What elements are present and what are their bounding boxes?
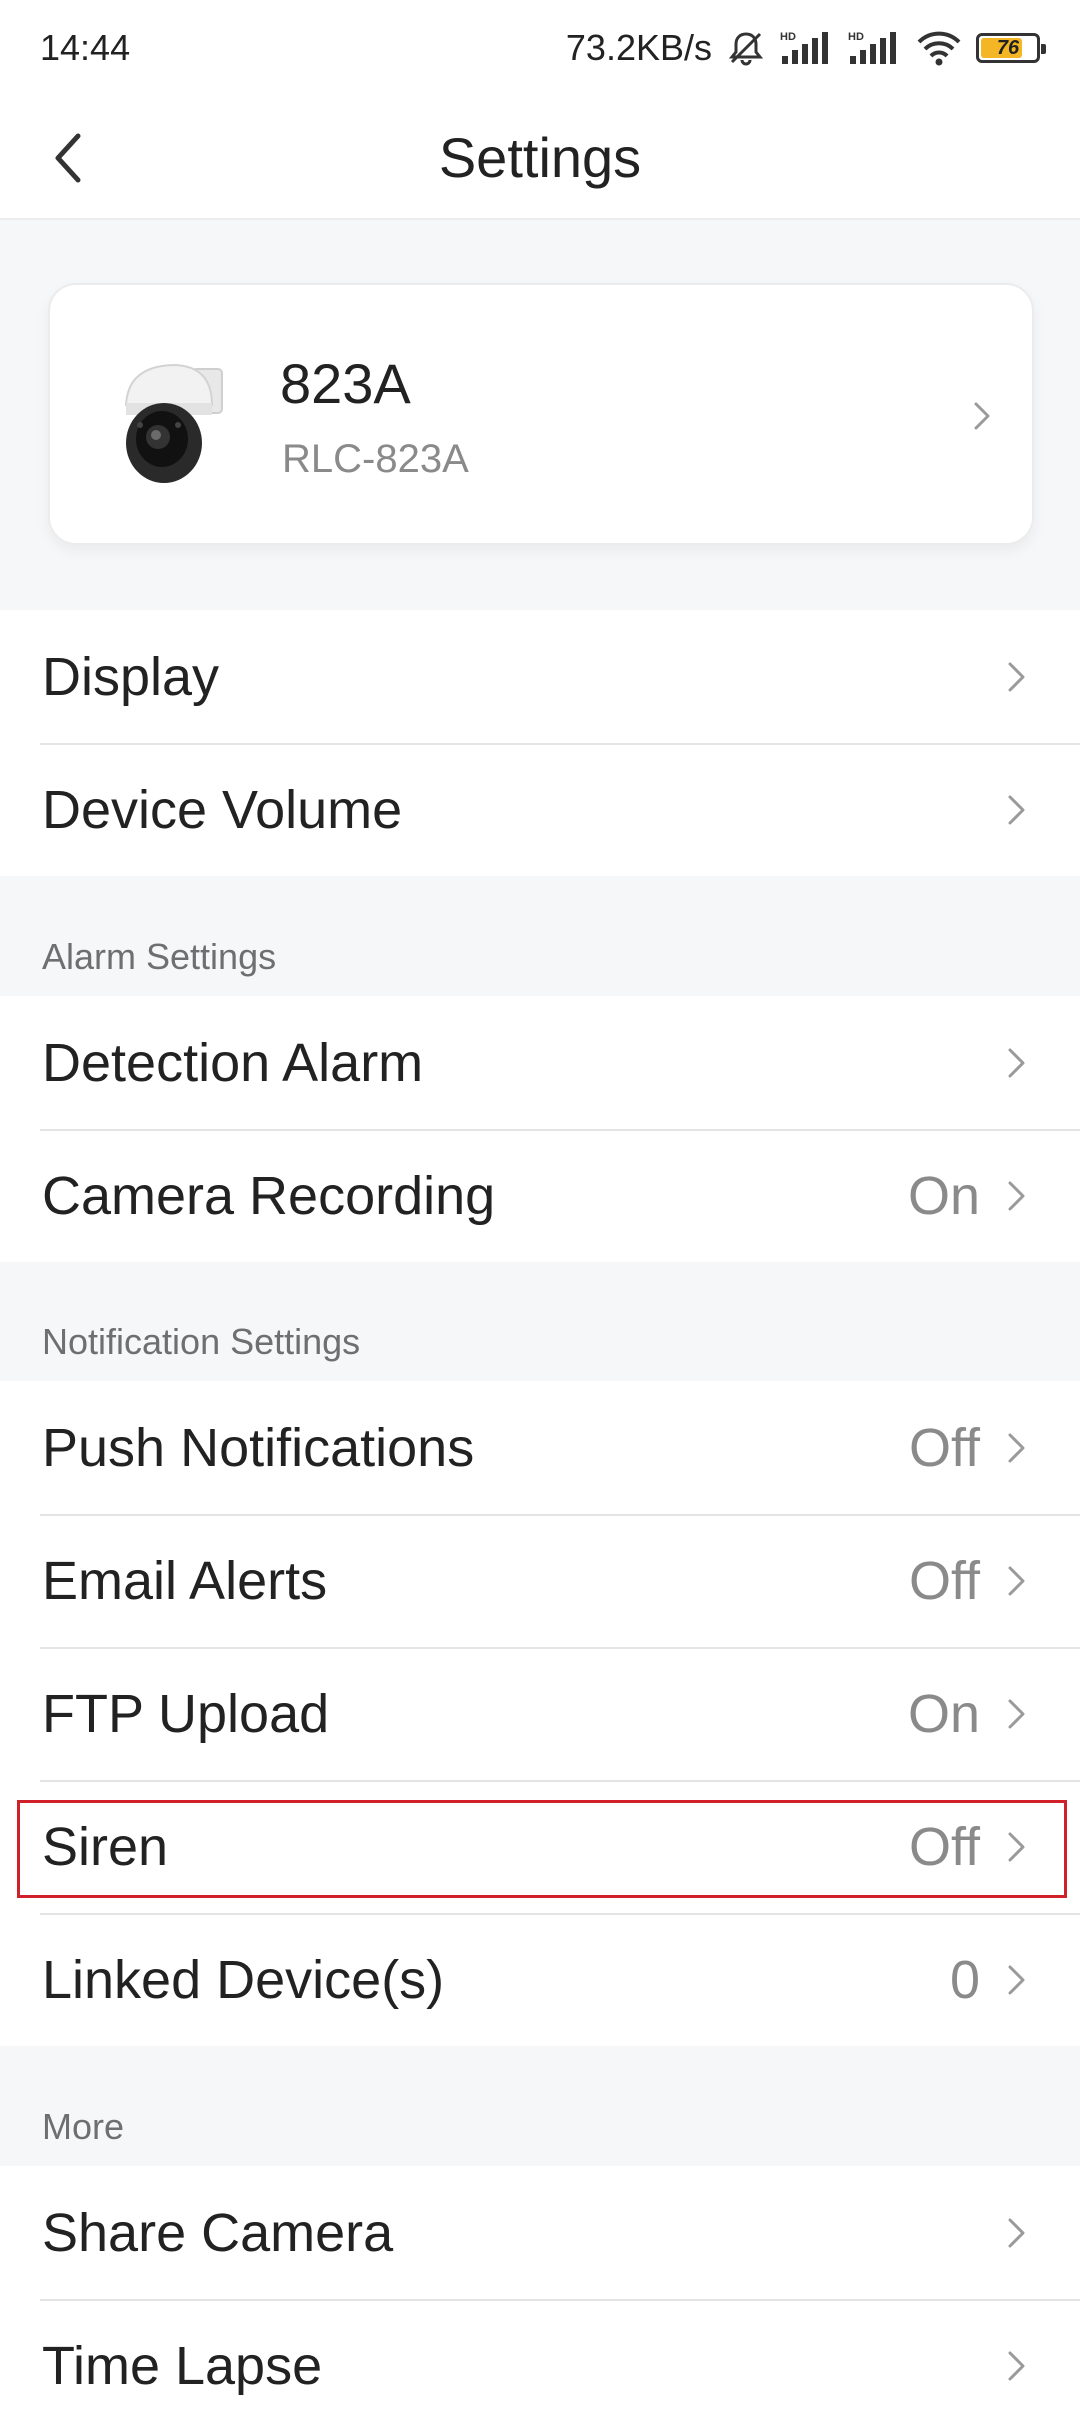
settings-row-camera-recording[interactable]: Camera Recording On — [0, 1129, 1080, 1262]
row-value: Off — [908, 1816, 980, 1877]
row-label: FTP Upload — [42, 1683, 330, 1744]
row-label: Email Alerts — [42, 1550, 328, 1611]
chevron-right-icon — [1008, 1181, 1025, 1210]
settings-row-linked-devices[interactable]: Linked Device(s) 0 — [0, 1913, 1080, 2046]
notification-settings-group: Push Notifications Off Email Alerts Off … — [0, 1381, 1080, 2046]
device-card[interactable]: 823A RLC-823A — [48, 283, 1034, 545]
hd-signal-icon: HD — [848, 28, 902, 68]
row-label: Siren — [42, 1816, 169, 1877]
settings-row-time-lapse[interactable]: Time Lapse — [0, 2299, 1080, 2432]
chevron-right-icon — [1008, 2351, 1025, 2380]
chevron-right-icon — [1008, 2218, 1025, 2247]
section-header-alarm: Alarm Settings — [42, 936, 277, 977]
row-label: Display — [42, 646, 220, 707]
row-label: Device Volume — [42, 779, 403, 840]
row-label: Time Lapse — [42, 2335, 323, 2396]
svg-text:HD: HD — [780, 31, 796, 43]
general-settings-group: Display Device Volume — [0, 610, 1080, 876]
settings-row-detection-alarm[interactable]: Detection Alarm — [0, 996, 1080, 1129]
chevron-right-icon — [1008, 1965, 1025, 1994]
status-bar: 14:44 73.2KB/s HD HD 76 — [0, 0, 1080, 96]
chevron-right-icon — [1008, 1832, 1025, 1861]
settings-row-ftp-upload[interactable]: FTP Upload On — [0, 1647, 1080, 1780]
row-label: Push Notifications — [42, 1417, 475, 1478]
alarm-settings-group: Detection Alarm Camera Recording On — [0, 996, 1080, 1262]
settings-row-share-camera[interactable]: Share Camera — [0, 2166, 1080, 2299]
settings-row-device-volume[interactable]: Device Volume — [0, 743, 1080, 876]
battery-level: 76 — [996, 36, 1020, 59]
row-value: On — [907, 1683, 980, 1744]
more-settings-group: Share Camera Time Lapse — [0, 2166, 1080, 2432]
settings-row-display[interactable]: Display — [0, 610, 1080, 743]
row-value: On — [907, 1165, 980, 1226]
row-label: Camera Recording — [42, 1165, 496, 1226]
settings-row-email-alerts[interactable]: Email Alerts Off — [0, 1514, 1080, 1647]
section-header-more: More — [42, 2106, 125, 2147]
row-label: Share Camera — [42, 2202, 394, 2263]
back-button[interactable] — [40, 130, 96, 186]
row-value: Off — [908, 1417, 980, 1478]
battery-icon: 76 — [976, 33, 1046, 63]
chevron-left-icon — [55, 133, 81, 183]
row-label: Linked Device(s) — [42, 1949, 445, 2010]
row-value: 0 — [949, 1949, 980, 2010]
network-speed: 73.2KB/s — [565, 27, 712, 68]
device-model: RLC-823A — [282, 437, 469, 481]
wifi-icon — [916, 28, 962, 68]
settings-row-siren[interactable]: Siren Off — [0, 1780, 1080, 1913]
chevron-right-icon — [1008, 1048, 1025, 1077]
row-value: Off — [908, 1550, 980, 1611]
settings-row-push-notifications[interactable]: Push Notifications Off — [0, 1381, 1080, 1514]
device-name: 823A — [280, 352, 411, 415]
hd-signal-icon: HD — [780, 28, 834, 68]
chevron-right-icon — [1008, 1566, 1025, 1595]
chevron-right-icon — [1008, 795, 1025, 824]
section-header-notification: Notification Settings — [42, 1321, 361, 1362]
status-time: 14:44 — [40, 27, 131, 68]
header: Settings — [0, 96, 1080, 220]
chevron-right-icon — [1008, 1699, 1025, 1728]
page-title: Settings — [438, 125, 642, 189]
status-icons: 73.2KB/s HD HD 76 — [565, 27, 1046, 69]
camera-image — [116, 355, 236, 485]
row-label: Detection Alarm — [42, 1032, 424, 1093]
chevron-right-icon — [974, 402, 990, 430]
chevron-right-icon — [1008, 662, 1025, 691]
svg-text:HD: HD — [848, 31, 864, 43]
chevron-right-icon — [1008, 1433, 1025, 1462]
mute-icon — [726, 28, 766, 68]
